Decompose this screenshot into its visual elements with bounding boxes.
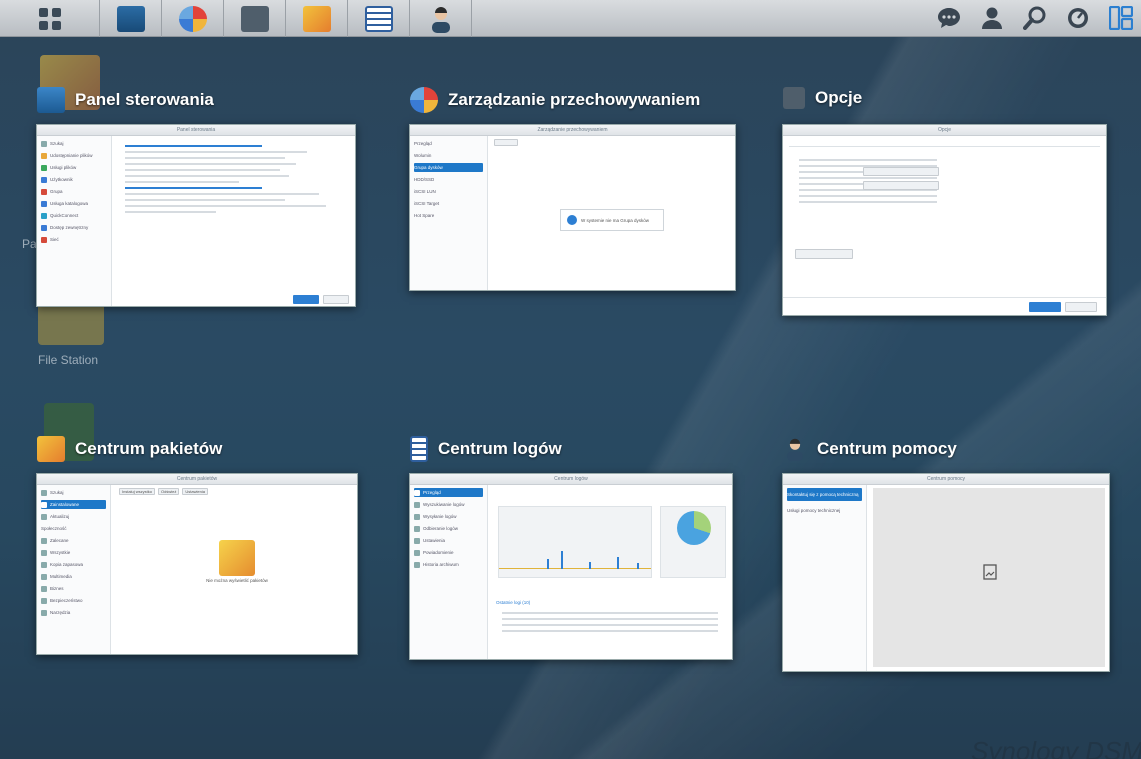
resource-monitor-icon[interactable] [1066,6,1090,30]
log-center-icon [364,5,393,32]
control-panel-icon [37,87,65,113]
control-panel-apply-button[interactable] [293,295,319,304]
info-icon [567,215,577,225]
thumb-storage-manager[interactable]: Zarządzanie przechowywaniem Przegląd Wol… [409,124,736,291]
taskbar-app-support[interactable] [410,0,472,37]
control-panel-sidebar: Szukaj Udostępnianie plików Usługi plikó… [37,136,112,306]
taskbar-app-packages[interactable] [286,0,348,37]
options-icon [783,87,805,109]
window-title-options[interactable]: Opcje [783,87,862,109]
thumb-log-center[interactable]: Centrum logów Przegląd Wyszukiwanie logó… [409,473,733,660]
options-gear-icon [240,5,269,32]
package-center-icon [37,436,65,462]
desktop-file-station-label: File Station [38,353,99,367]
thumb-options[interactable]: Opcje [782,124,1107,316]
log-center-icon [410,436,428,462]
options-cancel-button[interactable] [1065,302,1097,312]
storage-empty-message: W systemie nie ma Grupa dysków [560,209,664,231]
support-center-icon [787,438,803,461]
storage-manager-icon [178,5,207,32]
taskbar [0,0,1141,37]
options-ok-button[interactable] [1029,302,1061,312]
thumb-control-panel[interactable]: Panel sterowania Szukaj Udostępnianie pl… [36,124,356,307]
chat-icon[interactable] [937,6,961,30]
window-title-package-center[interactable]: Centrum pakietów [37,436,222,462]
package-bag-icon [219,540,255,576]
log-chart-area [498,506,652,578]
window-title-control-panel[interactable]: Panel sterowania [37,87,214,113]
thumb-package-center[interactable]: Centrum pakietów Szukaj Zainstalowane Ak… [36,473,358,655]
synology-watermark: Synology DSM [971,736,1141,759]
search-icon[interactable] [1023,6,1047,30]
window-title-storage-manager[interactable]: Zarządzanie przechowywaniem [410,87,700,113]
grid-menu-icon [38,7,61,30]
package-center-icon [302,5,331,32]
window-title-support-center[interactable]: Centrum pomocy [783,436,957,462]
taskbar-app-options[interactable] [224,0,286,37]
main-menu-button[interactable] [0,0,100,37]
log-pie-chart [660,506,726,578]
panel-sterowania-icon [116,5,145,32]
widgets-icon[interactable] [1109,6,1133,30]
user-icon[interactable] [980,6,1004,30]
storage-manager-icon [410,87,438,113]
taskbar-app-control-panel[interactable] [100,0,162,37]
taskbar-app-logs[interactable] [348,0,410,37]
desktop-partial-label: Pa [22,237,37,251]
broken-image-icon [983,564,997,580]
window-title-log-center[interactable]: Centrum logów [410,436,562,462]
support-center-icon [431,6,450,33]
taskbar-app-storage[interactable] [162,0,224,37]
thumb-support-center[interactable]: Centrum pomocy Skontaktuj się z pomocą t… [782,473,1110,672]
control-panel-reset-button[interactable] [323,295,349,304]
